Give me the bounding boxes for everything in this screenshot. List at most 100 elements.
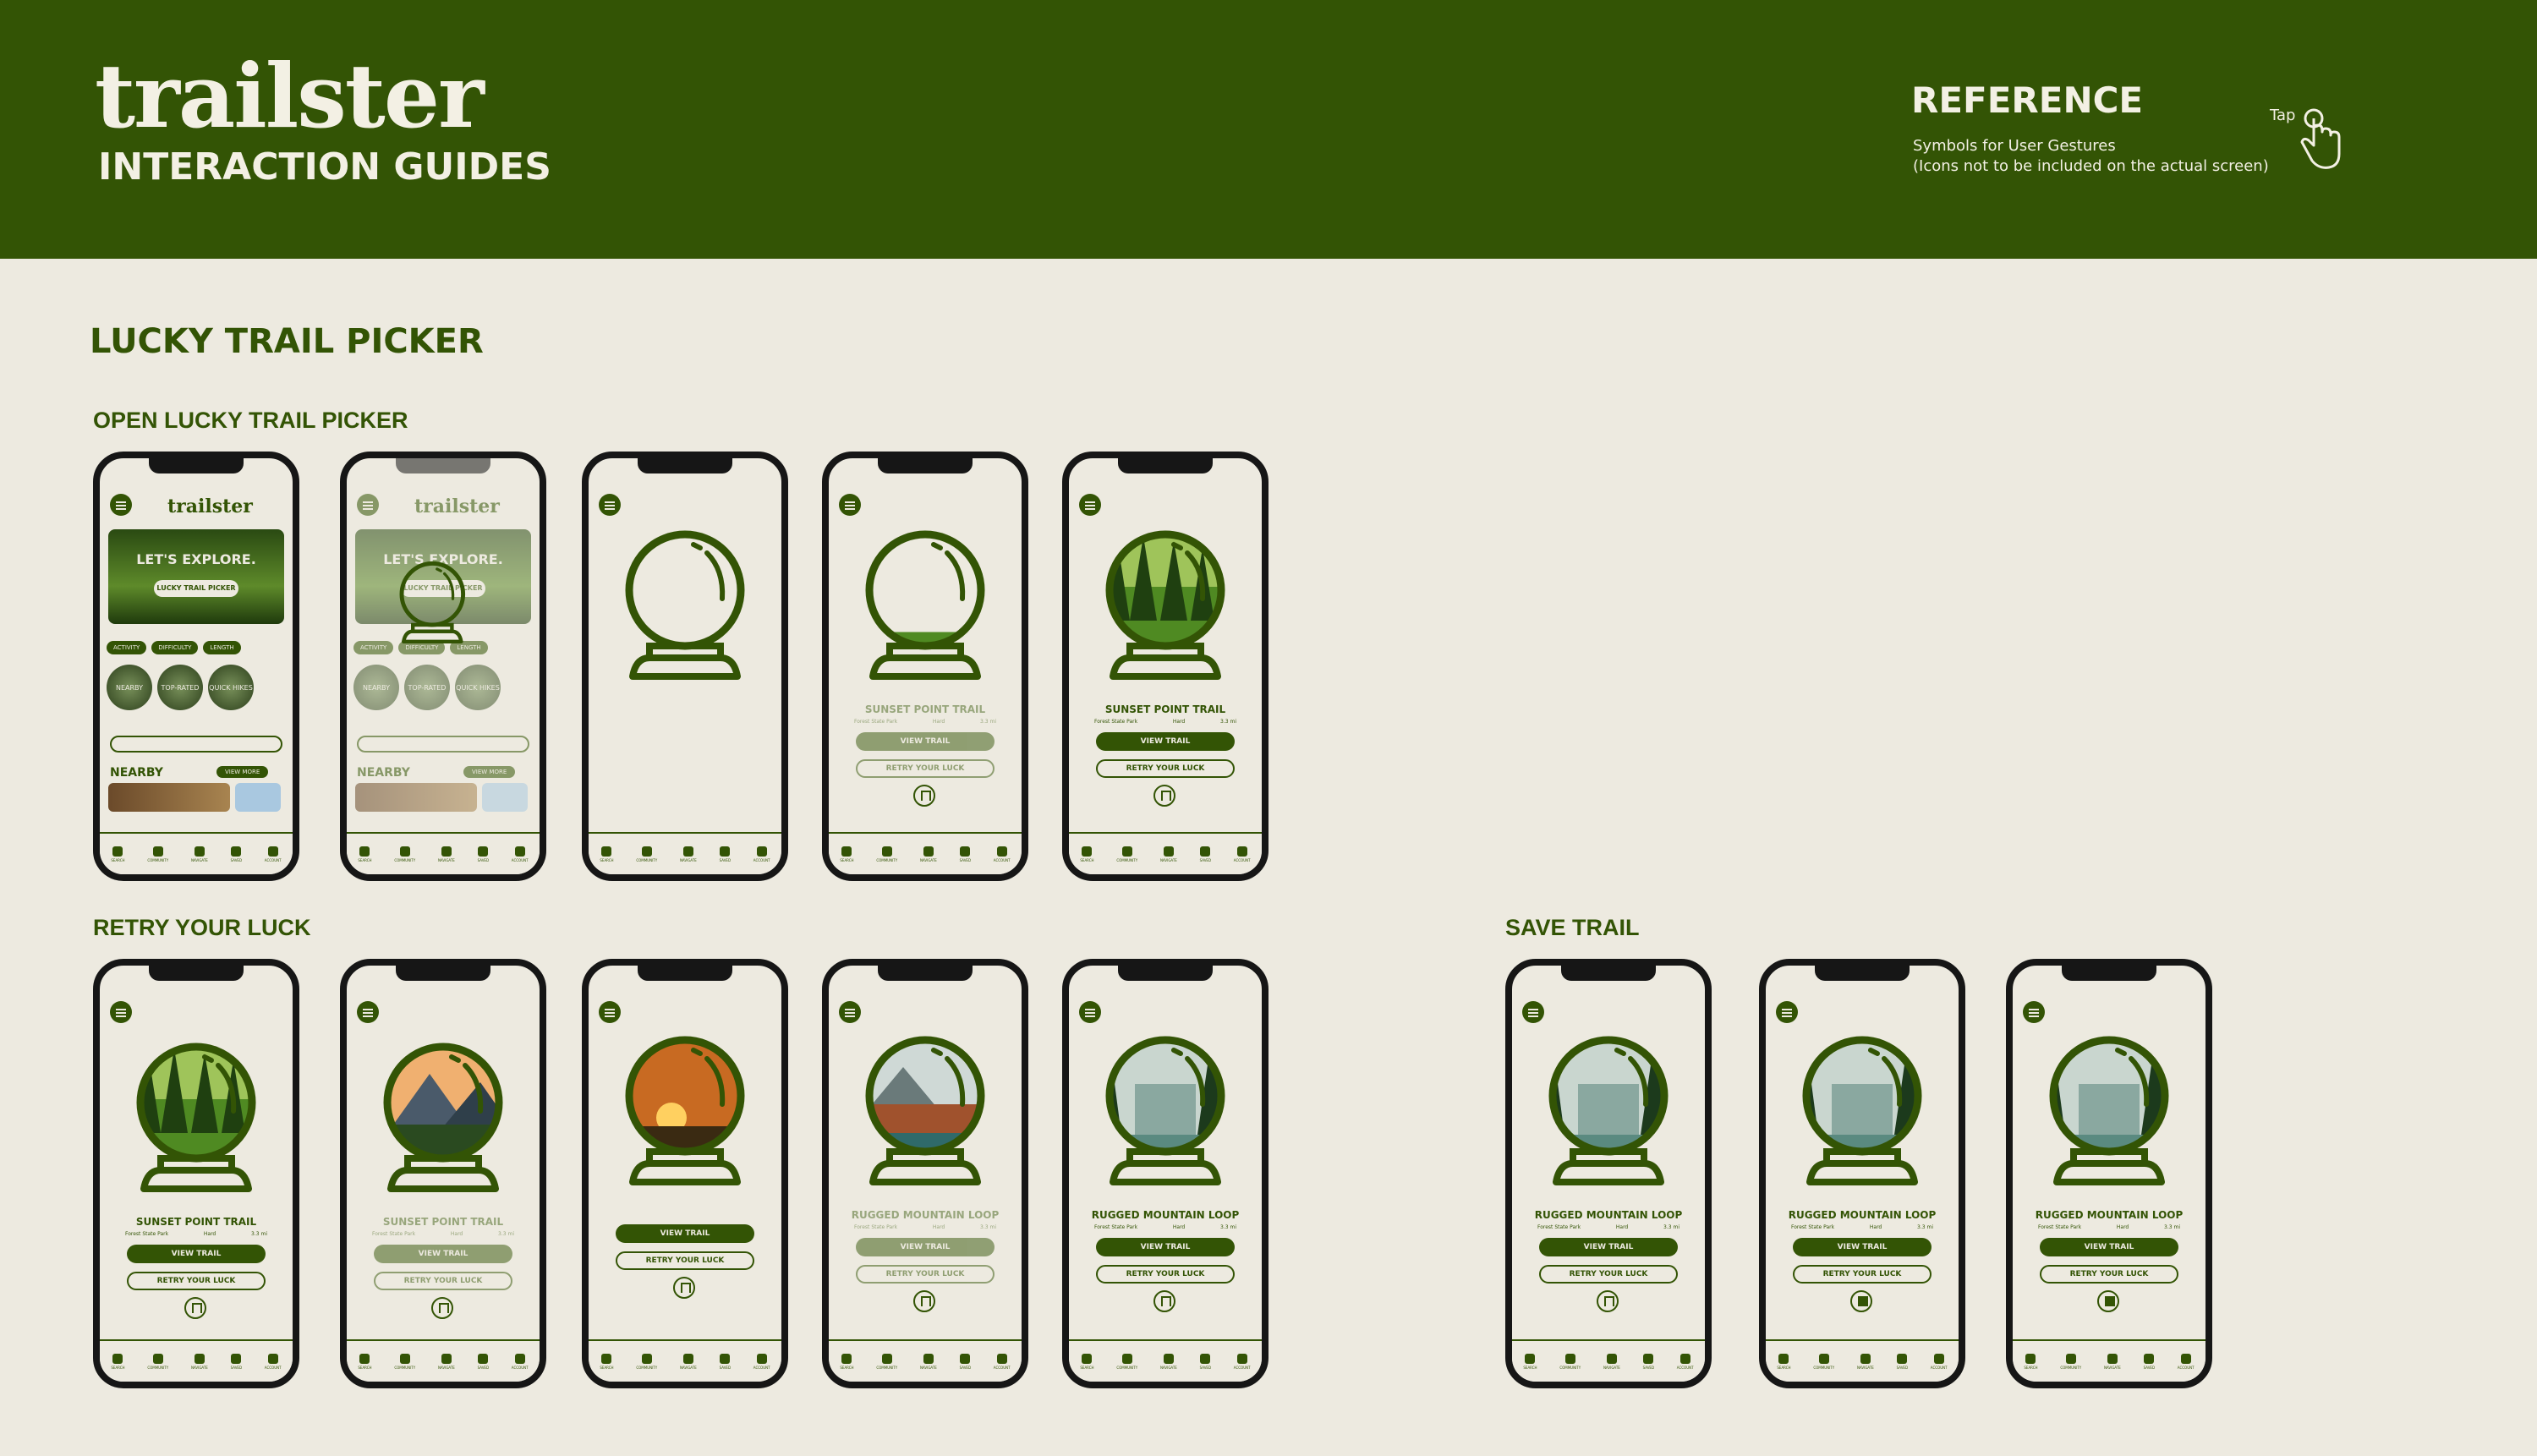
- tab-search[interactable]: SEARCH: [1080, 1353, 1094, 1370]
- view-trail-button[interactable]: VIEW TRAIL: [1793, 1238, 1932, 1256]
- tab-account[interactable]: ACCOUNT: [994, 846, 1011, 862]
- tab-search[interactable]: SEARCH: [111, 1353, 125, 1370]
- retry-your-luck-button[interactable]: RETRY YOUR LUCK: [1096, 1265, 1235, 1284]
- tab-navigate[interactable]: NAVIGATE: [920, 846, 937, 862]
- tab-saved[interactable]: SAVED: [720, 1353, 731, 1370]
- tab-community[interactable]: COMMUNITY: [1116, 1353, 1137, 1370]
- bookmark-icon[interactable]: [673, 1277, 695, 1299]
- retry-your-luck-button[interactable]: RETRY YOUR LUCK: [616, 1251, 754, 1270]
- tab-search[interactable]: SEARCH: [358, 846, 372, 862]
- tab-account[interactable]: ACCOUNT: [1677, 1353, 1694, 1370]
- search-input[interactable]: [110, 736, 282, 753]
- tab-community[interactable]: COMMUNITY: [2060, 1353, 2081, 1370]
- tab-saved[interactable]: SAVED: [1200, 846, 1211, 862]
- tab-search[interactable]: SEARCH: [600, 1353, 614, 1370]
- tab-navigate[interactable]: NAVIGATE: [438, 1353, 455, 1370]
- tab-saved[interactable]: SAVED: [231, 1353, 242, 1370]
- tab-navigate[interactable]: NAVIGATE: [680, 846, 697, 862]
- tab-navigate[interactable]: NAVIGATE: [191, 1353, 208, 1370]
- tab-community[interactable]: COMMUNITY: [394, 846, 415, 862]
- tab-search[interactable]: SEARCH: [1777, 1353, 1791, 1370]
- tab-navigate[interactable]: NAVIGATE: [1857, 1353, 1874, 1370]
- view-trail-button[interactable]: VIEW TRAIL: [1096, 1238, 1235, 1256]
- bookmark-icon[interactable]: [1153, 785, 1175, 807]
- tab-saved[interactable]: SAVED: [231, 846, 242, 862]
- view-trail-button[interactable]: VIEW TRAIL: [374, 1245, 512, 1263]
- view-trail-button[interactable]: VIEW TRAIL: [856, 732, 995, 751]
- tab-account[interactable]: ACCOUNT: [265, 846, 282, 862]
- view-trail-button[interactable]: VIEW TRAIL: [127, 1245, 266, 1263]
- tab-saved[interactable]: SAVED: [478, 1353, 489, 1370]
- tab-community[interactable]: COMMUNITY: [636, 846, 657, 862]
- tab-saved[interactable]: SAVED: [1897, 1353, 1908, 1370]
- tab-account[interactable]: ACCOUNT: [753, 1353, 770, 1370]
- tab-saved[interactable]: SAVED: [1643, 1353, 1654, 1370]
- tab-account[interactable]: ACCOUNT: [1931, 1353, 1948, 1370]
- tab-navigate[interactable]: NAVIGATE: [191, 846, 208, 862]
- tab-search[interactable]: SEARCH: [111, 846, 125, 862]
- menu-icon[interactable]: [357, 1001, 379, 1023]
- tab-community[interactable]: COMMUNITY: [1813, 1353, 1834, 1370]
- bookmark-icon[interactable]: [1597, 1290, 1619, 1312]
- tab-navigate[interactable]: NAVIGATE: [2104, 1353, 2121, 1370]
- tab-account[interactable]: ACCOUNT: [512, 1353, 529, 1370]
- tab-community[interactable]: COMMUNITY: [147, 846, 168, 862]
- retry-your-luck-button[interactable]: RETRY YOUR LUCK: [374, 1272, 512, 1290]
- tab-community[interactable]: COMMUNITY: [636, 1353, 657, 1370]
- tab-search[interactable]: SEARCH: [840, 1353, 854, 1370]
- bookmark-icon[interactable]: [913, 785, 935, 807]
- category-circle[interactable]: TOP-RATED: [157, 665, 203, 710]
- filter-chip[interactable]: LENGTH: [203, 641, 241, 654]
- retry-your-luck-button[interactable]: RETRY YOUR LUCK: [1793, 1265, 1932, 1284]
- tab-account[interactable]: ACCOUNT: [1234, 846, 1251, 862]
- menu-icon[interactable]: [2023, 1001, 2045, 1023]
- tab-saved[interactable]: SAVED: [960, 846, 971, 862]
- tab-search[interactable]: SEARCH: [1080, 846, 1094, 862]
- view-trail-button[interactable]: VIEW TRAIL: [1096, 732, 1235, 751]
- menu-icon[interactable]: [1079, 494, 1101, 516]
- menu-icon[interactable]: [599, 1001, 621, 1023]
- category-circle[interactable]: NEARBY: [107, 665, 152, 710]
- view-trail-button[interactable]: VIEW TRAIL: [616, 1224, 754, 1243]
- menu-icon[interactable]: [1776, 1001, 1798, 1023]
- filter-chip[interactable]: ACTIVITY: [107, 641, 147, 654]
- tab-search[interactable]: SEARCH: [840, 846, 854, 862]
- view-more-button[interactable]: VIEW MORE: [216, 766, 269, 778]
- tab-navigate[interactable]: NAVIGATE: [1160, 846, 1177, 862]
- tab-saved[interactable]: SAVED: [1200, 1353, 1211, 1370]
- tab-navigate[interactable]: NAVIGATE: [680, 1353, 697, 1370]
- tab-saved[interactable]: SAVED: [2144, 1353, 2155, 1370]
- bookmark-icon[interactable]: [184, 1297, 206, 1319]
- retry-your-luck-button[interactable]: RETRY YOUR LUCK: [2040, 1265, 2178, 1284]
- tab-community[interactable]: COMMUNITY: [1116, 846, 1137, 862]
- filter-chip[interactable]: DIFFICULTY: [151, 641, 199, 654]
- retry-your-luck-button[interactable]: RETRY YOUR LUCK: [856, 759, 995, 778]
- tab-community[interactable]: COMMUNITY: [1559, 1353, 1581, 1370]
- menu-icon[interactable]: [599, 494, 621, 516]
- tab-account[interactable]: ACCOUNT: [2178, 1353, 2195, 1370]
- tab-navigate[interactable]: NAVIGATE: [1603, 1353, 1620, 1370]
- tab-saved[interactable]: SAVED: [960, 1353, 971, 1370]
- menu-icon[interactable]: [110, 1001, 132, 1023]
- tab-community[interactable]: COMMUNITY: [876, 846, 897, 862]
- lucky-trail-picker-button[interactable]: LUCKY TRAIL PICKER: [154, 580, 238, 597]
- tab-saved[interactable]: SAVED: [478, 846, 489, 862]
- tab-account[interactable]: ACCOUNT: [265, 1353, 282, 1370]
- bookmark-icon[interactable]: [913, 1290, 935, 1312]
- view-trail-button[interactable]: VIEW TRAIL: [856, 1238, 995, 1256]
- tab-account[interactable]: ACCOUNT: [753, 846, 770, 862]
- tab-search[interactable]: SEARCH: [1523, 1353, 1537, 1370]
- retry-your-luck-button[interactable]: RETRY YOUR LUCK: [1539, 1265, 1678, 1284]
- bookmark-icon[interactable]: [1153, 1290, 1175, 1312]
- tab-community[interactable]: COMMUNITY: [876, 1353, 897, 1370]
- tab-community[interactable]: COMMUNITY: [394, 1353, 415, 1370]
- tab-community[interactable]: COMMUNITY: [147, 1353, 168, 1370]
- tab-search[interactable]: SEARCH: [600, 846, 614, 862]
- retry-your-luck-button[interactable]: RETRY YOUR LUCK: [856, 1265, 995, 1284]
- bookmark-icon[interactable]: [2097, 1290, 2119, 1312]
- menu-icon[interactable]: [1522, 1001, 1544, 1023]
- retry-your-luck-button[interactable]: RETRY YOUR LUCK: [127, 1272, 266, 1290]
- view-trail-button[interactable]: VIEW TRAIL: [1539, 1238, 1678, 1256]
- menu-icon[interactable]: [839, 1001, 861, 1023]
- tab-account[interactable]: ACCOUNT: [1234, 1353, 1251, 1370]
